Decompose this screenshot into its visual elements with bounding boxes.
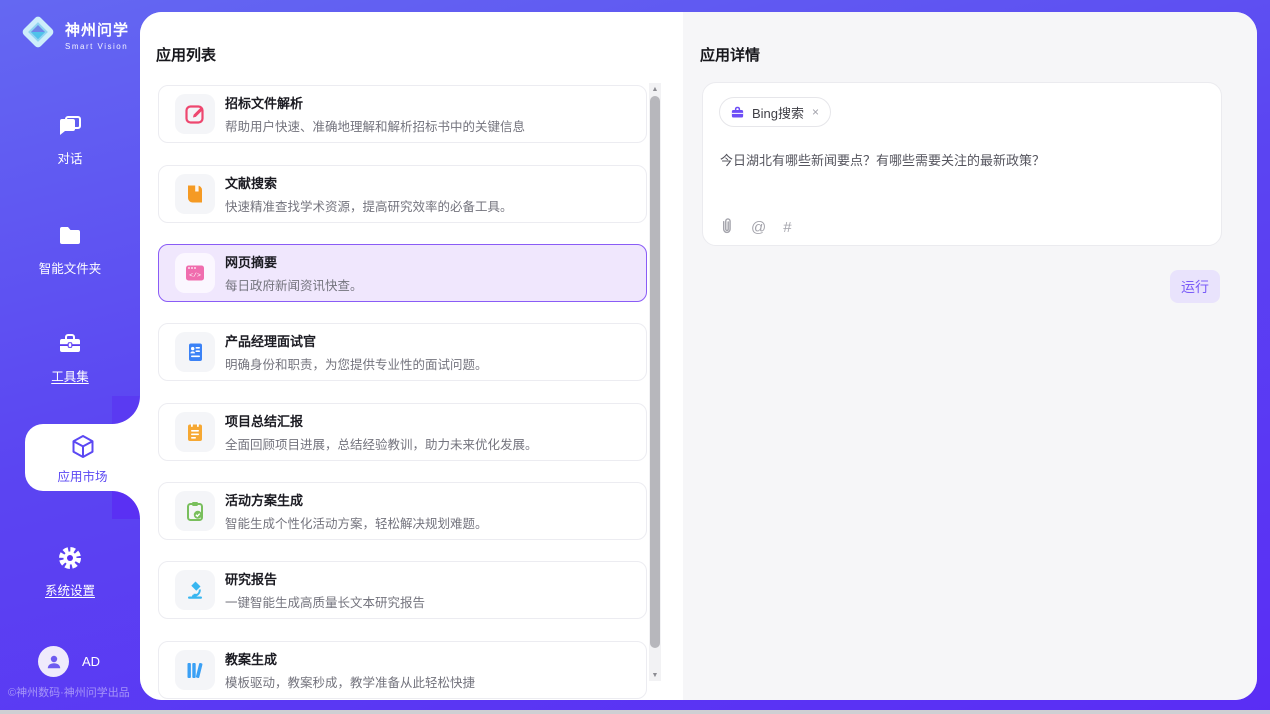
sidebar-item-settings[interactable]: 系统设置: [0, 544, 140, 600]
clipboard-check-icon: [175, 491, 215, 531]
prompt-input[interactable]: 今日湖北有哪些新闻要点？有哪些需要关注的最新政策？: [720, 151, 1205, 171]
sidebar: 神州问学 Smart Vision 对话 智能文件夹: [0, 0, 140, 714]
close-icon[interactable]: ×: [811, 105, 820, 119]
app-card-title: 项目总结汇报: [225, 411, 538, 430]
run-button[interactable]: 运行: [1170, 270, 1220, 303]
sidebar-item-chat[interactable]: 对话: [0, 112, 140, 168]
app-card-desc: 全面回顾项目进展，总结经验教训，助力未来优化发展。: [225, 434, 538, 453]
sidebar-item-label: 应用市场: [57, 470, 107, 484]
browser-code-icon: </>: [175, 253, 215, 293]
folder-icon: [56, 222, 84, 250]
hash-icon[interactable]: #: [783, 219, 791, 236]
avatar[interactable]: [38, 646, 69, 677]
logo-title: 神州问学: [65, 19, 129, 40]
app-card-desc: 帮助用户快速、准确地理解和解析招标书中的关键信息: [225, 116, 525, 135]
books-icon: [175, 650, 215, 690]
app-card-title: 产品经理面试官: [225, 331, 488, 350]
scrollbar-thumb[interactable]: [650, 96, 660, 648]
app-card-web-summary[interactable]: </> 网页摘要 每日政府新闻资讯快查。: [158, 244, 647, 302]
app-card-desc: 快速精准查找学术资源，提高研究效率的必备工具。: [225, 196, 513, 215]
tool-chip-bing-search[interactable]: Bing搜索 ×: [719, 97, 831, 127]
briefcase-icon: [56, 330, 84, 358]
briefcase-icon: [730, 105, 745, 120]
user-account[interactable]: AD: [38, 646, 100, 677]
sidebar-item-toolset[interactable]: 工具集: [0, 330, 140, 386]
app-detail-title: 应用详情: [700, 44, 760, 65]
book-icon: [175, 174, 215, 214]
main-pane: 应用列表 招标文件解析 帮助用户快速、准确地理解和解析招标书中的关键信息: [140, 12, 1257, 700]
copyright-footer: ©神州数码·神州问学出品: [8, 684, 130, 700]
app-detail-panel: 应用详情 Bing搜索 × 今日湖北有哪些新闻要点？有哪些需要关注的最新政策？: [683, 12, 1257, 700]
app-list-scrollbar[interactable]: ▲ ▼: [649, 83, 661, 681]
person-icon: [45, 653, 63, 671]
app-card-research-report[interactable]: 研究报告 一键智能生成高质量长文本研究报告: [158, 561, 647, 619]
resume-icon: [175, 332, 215, 372]
diamond-logo-icon: [18, 12, 58, 57]
scroll-up-icon[interactable]: ▲: [649, 83, 661, 95]
chat-icon: [56, 112, 84, 140]
app-card-title: 研究报告: [225, 569, 425, 588]
app-card-title: 活动方案生成: [225, 490, 488, 509]
edit-square-icon: [175, 94, 215, 134]
app-card-project-summary[interactable]: 项目总结汇报 全面回顾项目进展，总结经验教训，助力未来优化发展。: [158, 403, 647, 461]
app-card-title: 文献搜索: [225, 173, 513, 192]
composer-toolbar: @ #: [719, 217, 792, 238]
app-list-title: 应用列表: [156, 44, 216, 65]
user-name: AD: [82, 654, 100, 669]
logo-subtitle: Smart Vision: [65, 42, 129, 51]
app-card-lesson-plan[interactable]: 教案生成 模板驱动，教案秒成，教学准备从此轻松快捷: [158, 641, 647, 699]
svg-text:</>: </>: [189, 272, 201, 279]
app-card-title: 招标文件解析: [225, 93, 525, 112]
app-logo: 神州问学 Smart Vision: [18, 12, 129, 57]
sidebar-item-label: 智能文件夹: [39, 262, 102, 276]
app-card-desc: 一键智能生成高质量长文本研究报告: [225, 592, 425, 611]
app-card-title: 网页摘要: [225, 252, 363, 271]
app-list-panel: 应用列表 招标文件解析 帮助用户快速、准确地理解和解析招标书中的关键信息: [140, 12, 683, 700]
cube-icon: [68, 432, 98, 462]
scroll-down-icon[interactable]: ▼: [649, 669, 661, 681]
app-card-pm-interviewer[interactable]: 产品经理面试官 明确身份和职责，为您提供专业性的面试问题。: [158, 323, 647, 381]
sidebar-item-label: 系统设置: [45, 584, 95, 598]
sidebar-item-smart-folder[interactable]: 智能文件夹: [0, 222, 140, 278]
app-card-bid-analysis[interactable]: 招标文件解析 帮助用户快速、准确地理解和解析招标书中的关键信息: [158, 85, 647, 143]
sidebar-item-app-market[interactable]: 应用市场: [25, 424, 140, 491]
active-tab-curve-bottom: [112, 491, 140, 519]
sidebar-item-label: 工具集: [51, 370, 89, 384]
app-card-desc: 智能生成个性化活动方案，轻松解决规划难题。: [225, 513, 488, 532]
gear-icon: [56, 544, 84, 572]
app-card-title: 教案生成: [225, 649, 475, 668]
app-card-desc: 明确身份和职责，为您提供专业性的面试问题。: [225, 354, 488, 373]
sidebar-item-label: 对话: [57, 152, 82, 166]
active-tab-curve-top: [112, 396, 140, 424]
prompt-composer[interactable]: Bing搜索 × 今日湖北有哪些新闻要点？有哪些需要关注的最新政策？ @ #: [702, 82, 1222, 246]
app-card-event-plan[interactable]: 活动方案生成 智能生成个性化活动方案，轻松解决规划难题。: [158, 482, 647, 540]
app-card-desc: 每日政府新闻资讯快查。: [225, 275, 363, 294]
app-card-desc: 模板驱动，教案秒成，教学准备从此轻松快捷: [225, 672, 475, 691]
at-icon[interactable]: @: [751, 219, 766, 236]
microscope-icon: [175, 570, 215, 610]
tool-chip-label: Bing搜索: [752, 103, 804, 122]
notepad-icon: [175, 412, 215, 452]
bottom-edge-strip: [0, 710, 1270, 714]
paperclip-icon[interactable]: [719, 217, 734, 238]
app-card-literature-search[interactable]: 文献搜索 快速精准查找学术资源，提高研究效率的必备工具。: [158, 165, 647, 223]
